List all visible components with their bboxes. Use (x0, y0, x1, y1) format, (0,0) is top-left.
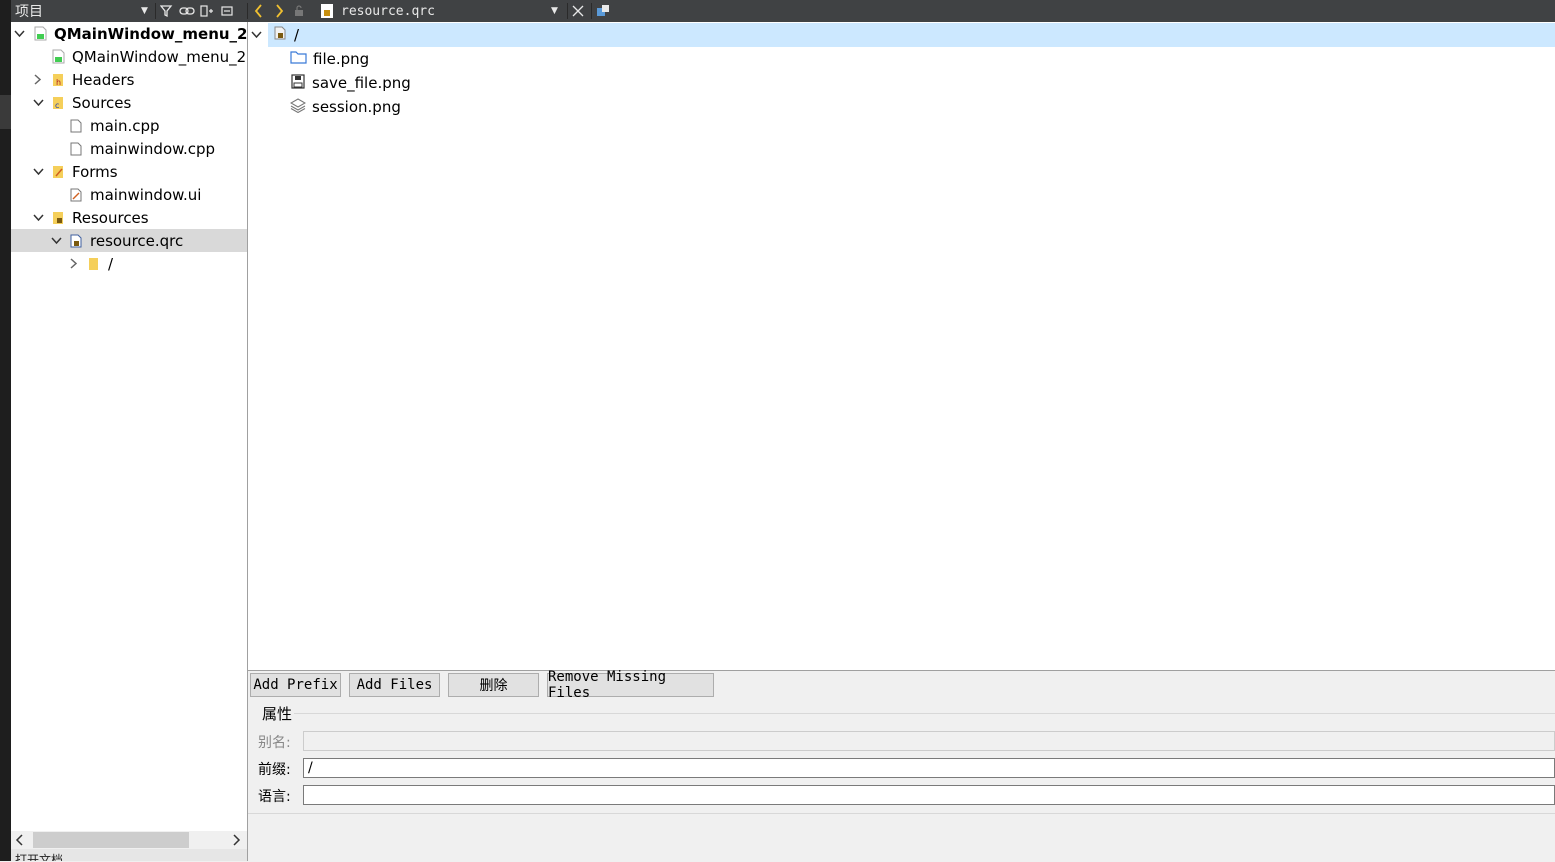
view-selector[interactable]: 项目 ▼ (11, 0, 153, 22)
ui-file-icon (69, 187, 83, 203)
alias-label: 别名: (258, 735, 291, 751)
layers-icon (289, 97, 307, 117)
tree-item-forms[interactable]: Forms (11, 160, 247, 183)
chevron-down-icon[interactable] (31, 160, 45, 183)
cpp-file-icon (69, 118, 83, 134)
properties-group-title: 属性 (262, 705, 293, 723)
tree-item-sources[interactable]: c Sources (11, 91, 247, 114)
chevron-right-icon[interactable] (67, 252, 81, 275)
resource-editor-tree: / file.png save_file.png session.png (248, 22, 1555, 670)
resource-prefix-row[interactable]: / (268, 23, 1555, 47)
chevron-down-icon[interactable] (12, 22, 26, 45)
tree-item-pro-file[interactable]: QMainWindow_menu_2. (11, 45, 247, 68)
prefix-folder-icon (87, 256, 101, 272)
chevron-down-icon: ▼ (141, 6, 148, 16)
group-bottom-border (248, 813, 1555, 814)
active-mode-indicator (0, 95, 11, 129)
pro-file-icon (51, 49, 65, 65)
prefix-field[interactable]: / (303, 758, 1555, 778)
add-prefix-button[interactable]: Add Prefix (250, 673, 341, 697)
tree-item-resources[interactable]: Resources (11, 206, 247, 229)
qrc-file-icon (69, 233, 83, 249)
source-file-label: main.cpp (90, 116, 160, 135)
chevron-down-icon: ▼ (551, 6, 558, 16)
forms-folder-icon (51, 164, 65, 180)
chevron-right-icon[interactable] (31, 68, 45, 91)
view-selector-label: 项目 (15, 4, 43, 20)
qrc-file-icon (321, 4, 333, 18)
tree-horizontal-scrollbar[interactable] (11, 831, 247, 849)
prefix-field-label: 前缀: (258, 762, 291, 778)
open-file-selector[interactable]: resource.qrc ▼ (321, 0, 567, 22)
pro-file-label: QMainWindow_menu_2. (72, 47, 247, 66)
resource-file-label: session.png (312, 98, 401, 116)
scrollbar-thumb[interactable] (33, 832, 189, 848)
headers-label: Headers (72, 70, 135, 89)
open-documents-dock[interactable]: 打开文档 (11, 849, 247, 861)
tree-item-project[interactable]: QMainWindow_menu_2 [r (11, 22, 247, 45)
svg-text:c: c (55, 101, 59, 110)
project-icon (33, 26, 47, 42)
tree-item-form-file[interactable]: mainwindow.ui (11, 183, 247, 206)
project-label: QMainWindow_menu_2 [r (54, 24, 247, 43)
svg-text:h: h (56, 78, 61, 87)
close-sidebar-icon[interactable] (217, 0, 237, 22)
close-file-icon[interactable] (568, 0, 588, 22)
sources-label: Sources (72, 93, 132, 112)
language-label: 语言: (258, 789, 291, 805)
resource-prefix-label: / (294, 26, 300, 44)
resources-label: Resources (72, 208, 149, 227)
resource-file-label: save_file.png (312, 74, 411, 92)
project-tree: QMainWindow_menu_2 [r QMainWindow_menu_2… (11, 22, 247, 831)
resource-file-label: file.png (313, 50, 370, 68)
lock-icon (289, 0, 309, 22)
resource-file-row[interactable]: file.png (290, 47, 369, 71)
tree-item-source-file[interactable]: mainwindow.cpp (11, 137, 247, 160)
dock-title: 打开文档 (15, 853, 64, 861)
remove-missing-files-button[interactable]: Remove Missing Files (547, 669, 714, 701)
delete-button[interactable]: 删除 (448, 673, 539, 697)
mode-selector-bar (0, 0, 11, 861)
source-file-label: mainwindow.cpp (90, 139, 216, 158)
sources-folder-icon: c (51, 95, 65, 111)
language-field[interactable] (303, 785, 1555, 805)
resource-file-row[interactable]: save_file.png (290, 71, 411, 95)
chevron-down-icon[interactable] (31, 91, 45, 114)
group-divider (294, 713, 1555, 714)
add-files-button[interactable]: Add Files (349, 673, 440, 697)
form-file-label: mainwindow.ui (90, 185, 202, 204)
open-file-name: resource.qrc (341, 3, 435, 19)
filter-icon[interactable] (157, 0, 177, 22)
forms-label: Forms (72, 162, 118, 181)
chevron-down-icon[interactable] (251, 23, 262, 47)
resources-folder-icon (51, 210, 65, 226)
resource-file-label: resource.qrc (90, 231, 184, 250)
split-icon[interactable] (197, 0, 217, 22)
resource-properties-panel: Add Prefix Add Files 删除 Remove Missing F… (248, 669, 1555, 862)
tree-item-source-file[interactable]: main.cpp (11, 114, 247, 137)
headers-folder-icon: h (51, 72, 65, 88)
tree-item-headers[interactable]: h Headers (11, 68, 247, 91)
cpp-file-icon (69, 141, 83, 157)
forward-arrow-icon[interactable] (269, 0, 289, 22)
resource-file-row[interactable]: session.png (289, 95, 401, 119)
back-arrow-icon[interactable] (249, 0, 269, 22)
folder-icon (290, 50, 307, 68)
tree-item-resource-file[interactable]: resource.qrc (11, 229, 247, 252)
chevron-down-icon[interactable] (31, 206, 45, 229)
split-editor-icon[interactable] (593, 0, 613, 22)
qrc-prefix-icon (274, 26, 286, 44)
save-icon (290, 73, 306, 93)
top-toolbar: 项目 ▼ resource.qrc ▼ (11, 0, 1555, 22)
alias-field[interactable] (303, 731, 1555, 751)
tree-item-prefix[interactable]: / (11, 252, 247, 275)
link-icon[interactable] (177, 0, 197, 22)
prefix-label: / (108, 254, 114, 273)
chevron-down-icon[interactable] (49, 229, 63, 252)
